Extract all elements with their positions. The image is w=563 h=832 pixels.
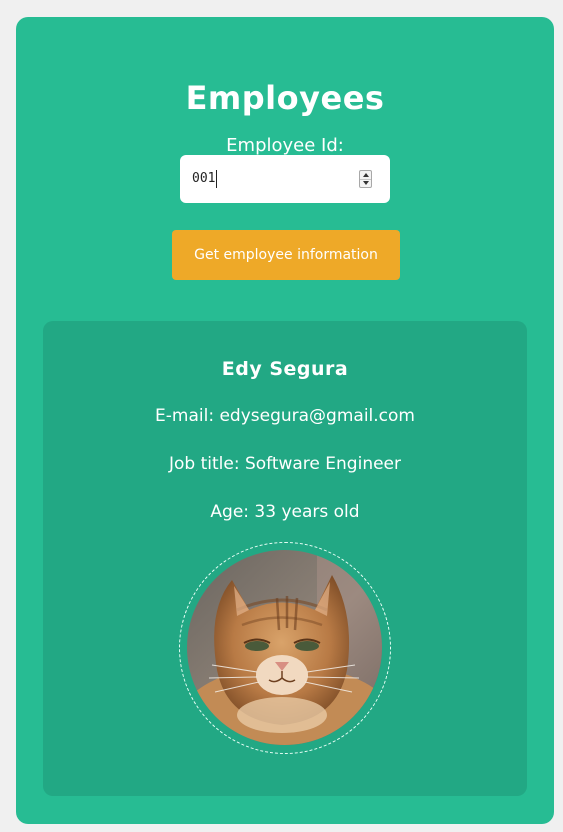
number-spinner[interactable] bbox=[359, 170, 372, 188]
employee-card: Employees Employee Id: 001 Get employee … bbox=[16, 17, 554, 824]
employee-id-input[interactable]: 001 bbox=[180, 155, 390, 203]
employee-age: Age: 33 years old bbox=[210, 502, 360, 522]
employee-id-value[interactable]: 001 bbox=[192, 155, 218, 203]
employee-id-text: 001 bbox=[192, 171, 216, 186]
page-title: Employees bbox=[185, 79, 385, 117]
cat-photo-icon bbox=[187, 550, 382, 745]
employee-photo bbox=[187, 550, 382, 745]
get-employee-info-button[interactable]: Get employee information bbox=[172, 230, 400, 280]
employee-email: E-mail: edysegura@gmail.com bbox=[155, 406, 415, 426]
triangle-down-icon bbox=[362, 181, 369, 185]
employee-job-title: Job title: Software Engineer bbox=[168, 454, 402, 474]
employee-id-label: Employee Id: bbox=[226, 135, 344, 156]
triangle-up-icon bbox=[362, 173, 369, 177]
employee-name: Edy Segura bbox=[221, 358, 349, 380]
employee-info-panel: Edy Segura E-mail: edysegura@gmail.com J… bbox=[43, 321, 527, 796]
spin-down-button[interactable] bbox=[360, 179, 371, 187]
text-caret bbox=[216, 170, 218, 188]
photo-frame bbox=[179, 542, 391, 754]
